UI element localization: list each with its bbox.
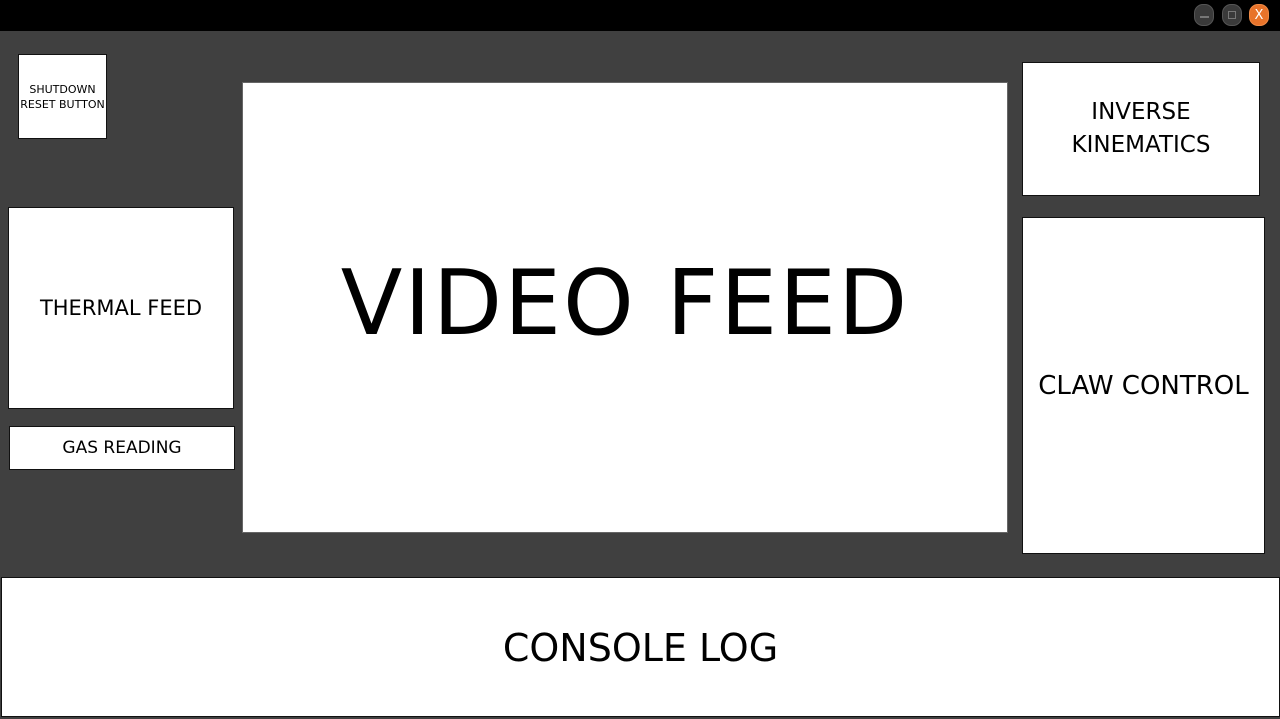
title-bar: X (0, 0, 1280, 31)
thermal-feed-label: THERMAL FEED (39, 296, 203, 320)
gas-reading-panel: GAS READING (9, 426, 235, 470)
thermal-feed-panel: THERMAL FEED (8, 207, 234, 409)
shutdown-reset-button[interactable]: SHUTDOWN RESET BUTTON (18, 54, 107, 139)
minimize-icon[interactable] (1194, 4, 1214, 26)
maximize-icon[interactable] (1222, 4, 1242, 26)
inverse-kinematics-panel[interactable]: INVERSE KINEMATICS (1022, 62, 1260, 196)
console-log-panel: CONSOLE LOG (1, 577, 1280, 717)
gas-reading-label: GAS READING (62, 438, 182, 458)
claw-control-label: CLAW CONTROL (1038, 370, 1249, 401)
shutdown-reset-label: SHUTDOWN RESET BUTTON (20, 82, 105, 111)
claw-control-panel[interactable]: CLAW CONTROL (1022, 217, 1265, 554)
inverse-kinematics-label: INVERSE KINEMATICS (1071, 99, 1211, 158)
console-log-label: CONSOLE LOG (502, 625, 779, 670)
video-feed-label: VIDEO FEED (340, 251, 910, 356)
close-icon[interactable]: X (1249, 4, 1269, 26)
video-feed-panel: VIDEO FEED (242, 82, 1008, 533)
